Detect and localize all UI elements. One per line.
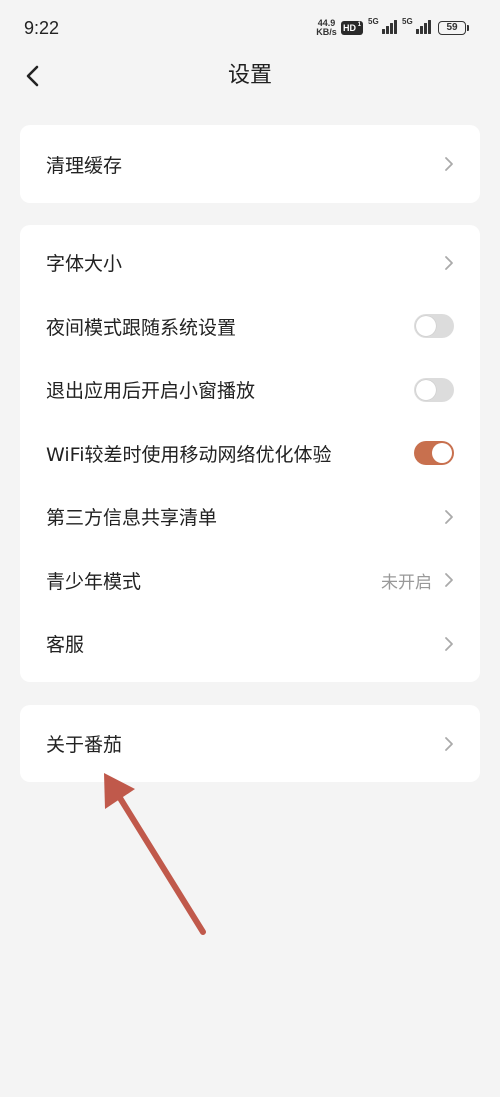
settings-group-cache: 清理缓存 bbox=[20, 125, 480, 203]
signal-bar bbox=[382, 29, 385, 34]
signal-bar bbox=[424, 23, 427, 34]
settings-row-label: WiFi较差时使用移动网络优化体验 bbox=[46, 443, 332, 466]
settings-row-label: 关于番茄 bbox=[46, 734, 123, 756]
signal-bar bbox=[386, 26, 389, 34]
settings-row-label: 客服 bbox=[46, 634, 85, 657]
night-mode-toggle[interactable] bbox=[414, 314, 454, 339]
toggle-knob bbox=[416, 379, 436, 400]
hd-sub-label: 1 bbox=[357, 22, 361, 28]
network-speed-unit: KB/s bbox=[316, 27, 337, 37]
battery-nub bbox=[467, 25, 469, 31]
settings-row-mini-window: 退出应用后开启小窗播放 bbox=[20, 358, 480, 422]
settings-row-label: 清理缓存 bbox=[46, 154, 123, 177]
settings-row-customer-service[interactable]: 客服 bbox=[20, 612, 480, 676]
signal-sim2-label: 5G bbox=[402, 17, 413, 26]
teen-mode-status: 未开启 bbox=[381, 572, 432, 593]
settings-row-wifi-optimize: WiFi较差时使用移动网络优化体验 bbox=[20, 422, 480, 486]
settings-row-label: 退出应用后开启小窗播放 bbox=[46, 380, 256, 403]
settings-row-label: 第三方信息共享清单 bbox=[46, 507, 218, 530]
wifi-optimize-toggle[interactable] bbox=[414, 441, 454, 466]
chevron-right-icon bbox=[445, 157, 453, 171]
signal-bar bbox=[390, 23, 393, 34]
signal-bar bbox=[394, 20, 397, 34]
toggle-knob bbox=[416, 316, 436, 337]
signal-bar bbox=[420, 26, 423, 34]
status-time: 9:22 bbox=[24, 18, 60, 38]
status-bar: 9:22 44.9 KB/s HD 1 5G 5G 59 bbox=[0, 0, 500, 50]
mini-window-toggle[interactable] bbox=[414, 377, 454, 402]
signal-sim1-icon: 5G bbox=[368, 17, 398, 37]
chevron-right-icon bbox=[445, 636, 453, 651]
settings-row-teen-mode[interactable]: 青少年模式 未开启 bbox=[20, 549, 480, 613]
hd-voice-icon: HD 1 bbox=[341, 21, 363, 35]
settings-row-label: 夜间模式跟随系统设置 bbox=[46, 316, 237, 339]
signal-bar bbox=[428, 20, 431, 34]
settings-row-about[interactable]: 关于番茄 bbox=[20, 705, 480, 782]
chevron-right-icon bbox=[445, 736, 453, 751]
chevron-right-icon bbox=[445, 255, 453, 270]
chevron-right-icon bbox=[445, 509, 453, 524]
annotation-arrow-shaft bbox=[117, 795, 206, 935]
back-button[interactable] bbox=[20, 63, 46, 89]
settings-group-general: 字体大小 夜间模式跟随系统设置 退出应用后开启小窗播放 WiFi较差时使用移动网… bbox=[20, 225, 480, 682]
settings-row-label: 青少年模式 bbox=[46, 570, 142, 593]
network-speed: 44.9 KB/s bbox=[313, 19, 340, 37]
settings-row-night-mode: 夜间模式跟随系统设置 bbox=[20, 295, 480, 359]
chevron-right-icon bbox=[445, 573, 453, 588]
battery-icon: 59 bbox=[438, 21, 466, 35]
settings-row-third-party-list[interactable]: 第三方信息共享清单 bbox=[20, 485, 480, 549]
chevron-left-icon bbox=[26, 65, 39, 87]
battery-level: 59 bbox=[446, 22, 458, 33]
toggle-knob bbox=[432, 443, 452, 464]
signal-sim1-label: 5G bbox=[368, 17, 379, 26]
settings-row-font-size[interactable]: 字体大小 bbox=[20, 231, 480, 295]
page-title: 设置 bbox=[227, 63, 272, 88]
signal-bar bbox=[416, 29, 419, 34]
settings-row-clear-cache[interactable]: 清理缓存 bbox=[20, 125, 480, 203]
hd-label: HD bbox=[343, 23, 356, 33]
settings-group-about: 关于番茄 bbox=[20, 705, 480, 782]
signal-sim2-icon: 5G bbox=[402, 17, 432, 37]
settings-row-label: 字体大小 bbox=[46, 253, 123, 276]
